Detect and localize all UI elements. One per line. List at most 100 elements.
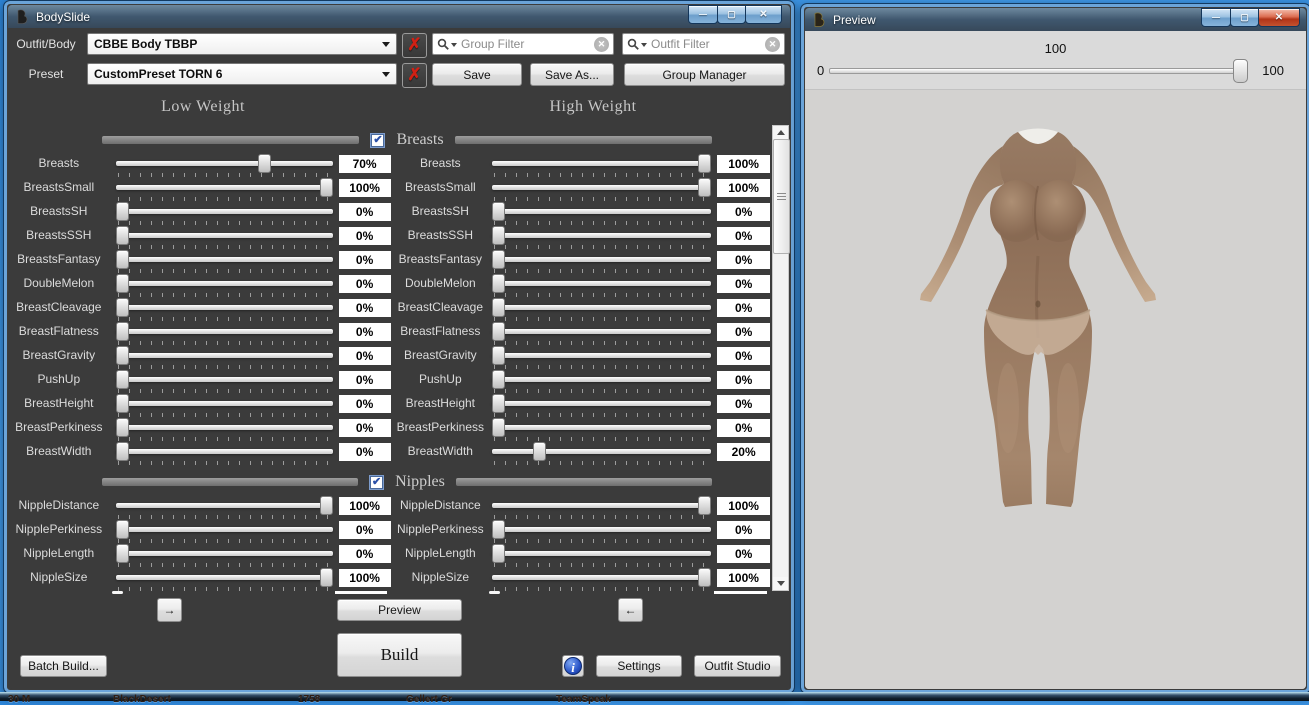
- taskbar-item[interactable]: BlackDesert: [113, 694, 171, 705]
- low-slider-pushup[interactable]: [114, 369, 335, 393]
- high-value-box[interactable]: 100%: [717, 155, 770, 173]
- settings-button[interactable]: Settings: [596, 655, 682, 677]
- high-slider-nippledistance[interactable]: [490, 495, 713, 519]
- low-value-box[interactable]: 0%: [339, 419, 391, 437]
- save-button[interactable]: Save: [432, 63, 522, 86]
- weight-slider-handle[interactable]: [1233, 59, 1248, 83]
- scroll-down-button[interactable]: [773, 577, 788, 590]
- low-value-box[interactable]: 0%: [339, 275, 391, 293]
- low-slider-nippleperkiness[interactable]: [114, 519, 335, 543]
- low-slider-breastssh[interactable]: [114, 201, 335, 225]
- low-slider-nippledistance[interactable]: [114, 495, 335, 519]
- build-button[interactable]: Build: [337, 633, 462, 677]
- high-slider-breastsfantasy[interactable]: [490, 249, 713, 273]
- outfit-studio-button[interactable]: Outfit Studio: [694, 655, 781, 677]
- low-slider-breastsssh[interactable]: [114, 225, 335, 249]
- high-slider-breastsssh[interactable]: [490, 225, 713, 249]
- low-slider-breastflatness[interactable]: [114, 321, 335, 345]
- outfit-dropdown[interactable]: CBBE Body TBBP: [87, 33, 397, 55]
- high-slider-breastcleavage[interactable]: [490, 297, 713, 321]
- clear-preset-button[interactable]: ✗: [402, 63, 427, 88]
- preview-button[interactable]: Preview: [337, 599, 462, 621]
- clear-outfit-filter-icon[interactable]: ✕: [765, 37, 780, 52]
- low-slider-nipplelength[interactable]: [114, 543, 335, 567]
- high-value-box[interactable]: 100%: [717, 497, 770, 515]
- copy-to-low-button[interactable]: ←: [618, 598, 643, 622]
- high-value-box[interactable]: 0%: [717, 203, 770, 221]
- weight-slider[interactable]: [829, 58, 1248, 82]
- low-slider-breasts[interactable]: [114, 153, 335, 177]
- slider-handle[interactable]: [492, 322, 505, 341]
- slider-handle[interactable]: [492, 298, 505, 317]
- low-value-box[interactable]: 100%: [339, 569, 391, 587]
- high-slider-breastssmall[interactable]: [490, 177, 713, 201]
- high-slider-nipplelength[interactable]: [490, 543, 713, 567]
- taskbar[interactable]: 30 MBlackDesert1758Gellert GrTeamSpeak: [0, 692, 1309, 701]
- low-value-box[interactable]: 0%: [339, 347, 391, 365]
- slider-handle[interactable]: [698, 568, 711, 587]
- low-value-box[interactable]: 0%: [339, 323, 391, 341]
- category-checkbox-breasts[interactable]: ✔: [370, 133, 385, 148]
- search-options-arrow-icon[interactable]: [451, 43, 457, 50]
- slider-handle[interactable]: [116, 394, 129, 413]
- high-value-box[interactable]: 0%: [717, 419, 770, 437]
- preview-3d-viewport[interactable]: [805, 90, 1306, 689]
- high-value-box[interactable]: 100%: [717, 179, 770, 197]
- low-slider-doublemelon[interactable]: [114, 273, 335, 297]
- low-slider-nipplesize[interactable]: [114, 567, 335, 591]
- slider-handle[interactable]: [116, 298, 129, 317]
- preset-dropdown[interactable]: CustomPreset TORN 6: [87, 63, 397, 85]
- slider-handle[interactable]: [492, 544, 505, 563]
- clear-outfit-button[interactable]: ✗: [402, 33, 427, 58]
- slider-handle[interactable]: [492, 250, 505, 269]
- low-value-box[interactable]: 0%: [339, 299, 391, 317]
- low-slider-breastwidth[interactable]: [114, 441, 335, 465]
- copy-to-high-button[interactable]: →: [157, 598, 182, 622]
- about-button[interactable]: i: [562, 655, 584, 677]
- slider-handle[interactable]: [116, 322, 129, 341]
- low-slider-breastgravity[interactable]: [114, 345, 335, 369]
- slider-handle[interactable]: [492, 418, 505, 437]
- high-slider-breastssh[interactable]: [490, 201, 713, 225]
- slider-handle[interactable]: [116, 370, 129, 389]
- high-slider-pushup[interactable]: [490, 369, 713, 393]
- scrollbar-thumb[interactable]: [773, 139, 790, 254]
- main-titlebar[interactable]: BodySlide: [8, 5, 790, 28]
- slider-handle[interactable]: [116, 274, 129, 293]
- outfit-filter-input[interactable]: [649, 36, 763, 52]
- low-slider-breastheight[interactable]: [114, 393, 335, 417]
- high-value-box[interactable]: 0%: [717, 275, 770, 293]
- low-slider-breastperkiness[interactable]: [114, 417, 335, 441]
- close-button[interactable]: ✕: [745, 5, 782, 24]
- group-filter-input[interactable]: [459, 36, 592, 52]
- batch-build-button[interactable]: Batch Build...: [20, 655, 107, 677]
- preview-minimize-button[interactable]: —: [1201, 8, 1231, 27]
- high-value-box[interactable]: 0%: [717, 395, 770, 413]
- high-value-box[interactable]: 0%: [717, 545, 770, 563]
- high-slider-nippleperkiness[interactable]: [490, 519, 713, 543]
- clear-group-filter-icon[interactable]: ✕: [594, 37, 609, 52]
- low-slider-breastsfantasy[interactable]: [114, 249, 335, 273]
- slider-handle[interactable]: [320, 496, 333, 515]
- slider-handle[interactable]: [116, 520, 129, 539]
- group-manager-button[interactable]: Group Manager: [624, 63, 785, 86]
- high-value-box[interactable]: 0%: [717, 251, 770, 269]
- maximize-button[interactable]: ▢: [717, 5, 746, 24]
- search-options-arrow-icon[interactable]: [641, 43, 647, 50]
- taskbar-item[interactable]: TeamSpeak: [556, 694, 611, 705]
- low-value-box[interactable]: 0%: [339, 203, 391, 221]
- high-value-box[interactable]: 0%: [717, 521, 770, 539]
- slider-handle[interactable]: [533, 442, 546, 461]
- high-value-box[interactable]: 20%: [717, 443, 770, 461]
- slider-handle[interactable]: [116, 544, 129, 563]
- slider-handle[interactable]: [320, 568, 333, 587]
- taskbar-item[interactable]: 30 M: [8, 694, 30, 705]
- high-value-box[interactable]: 100%: [717, 569, 770, 587]
- slider-handle[interactable]: [116, 250, 129, 269]
- slider-handle[interactable]: [116, 418, 129, 437]
- slider-handle[interactable]: [492, 202, 505, 221]
- slider-handle[interactable]: [698, 496, 711, 515]
- slider-handle[interactable]: [116, 202, 129, 221]
- low-value-box[interactable]: 0%: [339, 371, 391, 389]
- slider-handle[interactable]: [698, 154, 711, 173]
